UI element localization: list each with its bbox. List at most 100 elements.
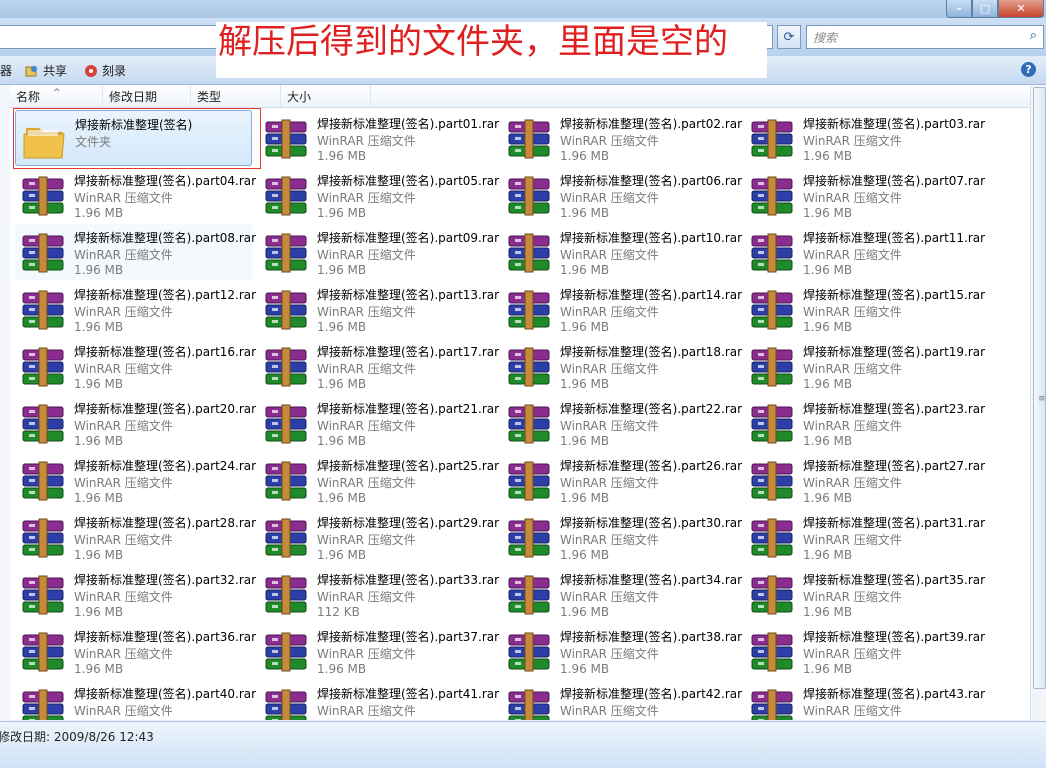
item-name: 焊接新标准整理(签名).part01.rar (317, 117, 500, 131)
file-item[interactable]: 焊接新标准整理(签名).part38.rar WinRAR 压缩文件 1.96 MB (501, 623, 742, 679)
item-type: WinRAR 压缩文件 (803, 419, 902, 433)
item-size: 1.96 MB (803, 320, 853, 334)
file-item[interactable]: 焊接新标准整理(签名).part06.rar WinRAR 压缩文件 1.96 MB (501, 167, 742, 223)
file-item[interactable]: 焊接新标准整理(签名).part17.rar WinRAR 压缩文件 1.96 MB (258, 338, 499, 394)
winrar-icon (22, 518, 64, 558)
file-item[interactable]: 焊接新标准整理(签名).part07.rar WinRAR 压缩文件 1.96 MB (744, 167, 985, 223)
folder-item[interactable]: 焊接新标准整理(签名) 文件夹 (15, 110, 252, 166)
vertical-scrollbar[interactable]: ≡ (1030, 85, 1046, 721)
title-bar: – □ ✕ (0, 0, 1046, 18)
item-name: 焊接新标准整理(签名).part39.rar (803, 630, 986, 644)
close-button[interactable]: ✕ (998, 0, 1044, 18)
file-item[interactable]: 焊接新标准整理(签名).part14.rar WinRAR 压缩文件 1.96 MB (501, 281, 742, 337)
help-icon[interactable]: ? (1021, 62, 1036, 77)
file-item[interactable]: 焊接新标准整理(签名).part30.rar WinRAR 压缩文件 1.96 MB (501, 509, 742, 565)
item-name: 焊接新标准整理(签名) (75, 118, 193, 132)
file-item[interactable]: 焊接新标准整理(签名).part26.rar WinRAR 压缩文件 1.96 MB (501, 452, 742, 508)
item-type: WinRAR 压缩文件 (803, 305, 902, 319)
item-name: 焊接新标准整理(签名).part29.rar (317, 516, 500, 530)
file-item[interactable]: 焊接新标准整理(签名).part21.rar WinRAR 压缩文件 1.96 MB (258, 395, 499, 451)
burn-button[interactable]: 刻录 (84, 62, 126, 79)
file-item[interactable]: 焊接新标准整理(签名).part32.rar WinRAR 压缩文件 1.96 MB (15, 566, 256, 622)
file-item[interactable]: 焊接新标准整理(签名).part35.rar WinRAR 压缩文件 1.96 MB (744, 566, 985, 622)
details-pane: 修改日期: 2009/8/26 12:43 (0, 721, 1046, 768)
share-button[interactable]: 共享 (25, 62, 67, 79)
refresh-button[interactable]: ⟳ (777, 25, 801, 49)
winrar-icon (751, 290, 793, 330)
file-item[interactable]: 焊接新标准整理(签名).part28.rar WinRAR 压缩文件 1.96 MB (15, 509, 256, 565)
item-size: 1.96 MB (560, 320, 610, 334)
item-name: 焊接新标准整理(签名).part41.rar (317, 687, 500, 701)
column-name[interactable]: ^ 名称 (10, 85, 103, 107)
file-item[interactable]: 焊接新标准整理(签名).part22.rar WinRAR 压缩文件 1.96 MB (501, 395, 742, 451)
file-item[interactable]: 焊接新标准整理(签名).part11.rar WinRAR 压缩文件 1.96 MB (744, 224, 985, 280)
item-name: 焊接新标准整理(签名).part17.rar (317, 345, 500, 359)
item-size: 1.96 MB (74, 605, 124, 619)
file-item[interactable]: 焊接新标准整理(签名).part01.rar WinRAR 压缩文件 1.96 MB (258, 110, 499, 166)
search-icon[interactable]: ⌕ (1030, 28, 1037, 43)
item-type: WinRAR 压缩文件 (803, 248, 902, 262)
column-modified-date[interactable]: 修改日期 (103, 85, 191, 107)
item-type: WinRAR 压缩文件 (803, 476, 902, 490)
item-size: 1.96 MB (317, 206, 367, 220)
winrar-icon (265, 689, 307, 720)
winrar-icon (22, 632, 64, 672)
file-item[interactable]: 焊接新标准整理(签名).part19.rar WinRAR 压缩文件 1.96 MB (744, 338, 985, 394)
file-item[interactable]: 焊接新标准整理(签名).part10.rar WinRAR 压缩文件 1.96 MB (501, 224, 742, 280)
file-item[interactable]: 焊接新标准整理(签名).part23.rar WinRAR 压缩文件 1.96 MB (744, 395, 985, 451)
maximize-button[interactable]: □ (972, 0, 998, 18)
file-item[interactable]: 焊接新标准整理(签名).part02.rar WinRAR 压缩文件 1.96 MB (501, 110, 742, 166)
file-item[interactable]: 焊接新标准整理(签名).part15.rar WinRAR 压缩文件 1.96 MB (744, 281, 985, 337)
file-item[interactable]: 焊接新标准整理(签名).part39.rar WinRAR 压缩文件 1.96 MB (744, 623, 985, 679)
winrar-icon (508, 632, 550, 672)
item-name: 焊接新标准整理(签名).part35.rar (803, 573, 986, 587)
file-item[interactable]: 焊接新标准整理(签名).part41.rar WinRAR 压缩文件 (258, 680, 499, 720)
file-item[interactable]: 焊接新标准整理(签名).part33.rar WinRAR 压缩文件 112 KB (258, 566, 499, 622)
file-item[interactable]: 焊接新标准整理(签名).part40.rar WinRAR 压缩文件 (15, 680, 256, 720)
item-size: 112 KB (317, 605, 360, 619)
item-type: WinRAR 压缩文件 (803, 704, 902, 718)
item-size: 1.96 MB (74, 206, 124, 220)
item-size: 1.96 MB (803, 662, 853, 676)
item-type: WinRAR 压缩文件 (74, 305, 173, 319)
minimize-button[interactable]: – (946, 0, 972, 18)
item-size: 1.96 MB (74, 491, 124, 505)
file-item[interactable]: 焊接新标准整理(签名).part37.rar WinRAR 压缩文件 1.96 MB (258, 623, 499, 679)
column-type[interactable]: 类型 (191, 85, 281, 107)
file-item[interactable]: 焊接新标准整理(签名).part27.rar WinRAR 压缩文件 1.96 MB (744, 452, 985, 508)
file-item[interactable]: 焊接新标准整理(签名).part04.rar WinRAR 压缩文件 1.96 MB (15, 167, 256, 223)
file-item[interactable]: 焊接新标准整理(签名).part36.rar WinRAR 压缩文件 1.96 MB (15, 623, 256, 679)
file-item[interactable]: 焊接新标准整理(签名).part05.rar WinRAR 压缩文件 1.96 MB (258, 167, 499, 223)
item-size: 1.96 MB (317, 548, 367, 562)
item-size: 1.96 MB (803, 377, 853, 391)
item-name: 焊接新标准整理(签名).part43.rar (803, 687, 986, 701)
file-item[interactable]: 焊接新标准整理(签名).part09.rar WinRAR 压缩文件 1.96 MB (258, 224, 499, 280)
file-item[interactable]: 焊接新标准整理(签名).part20.rar WinRAR 压缩文件 1.96 MB (15, 395, 256, 451)
file-item[interactable]: 焊接新标准整理(签名).part03.rar WinRAR 压缩文件 1.96 MB (744, 110, 985, 166)
file-item[interactable]: 焊接新标准整理(签名).part34.rar WinRAR 压缩文件 1.96 MB (501, 566, 742, 622)
file-item[interactable]: 焊接新标准整理(签名).part16.rar WinRAR 压缩文件 1.96 MB (15, 338, 256, 394)
scrollbar-thumb[interactable]: ≡ (1033, 87, 1046, 689)
file-item[interactable]: 焊接新标准整理(签名).part24.rar WinRAR 压缩文件 1.96 MB (15, 452, 256, 508)
file-item[interactable]: 焊接新标准整理(签名).part13.rar WinRAR 压缩文件 1.96 MB (258, 281, 499, 337)
file-item[interactable]: 焊接新标准整理(签名).part18.rar WinRAR 压缩文件 1.96 MB (501, 338, 742, 394)
item-type: WinRAR 压缩文件 (74, 248, 173, 262)
file-item[interactable]: 焊接新标准整理(签名).part12.rar WinRAR 压缩文件 1.96 MB (15, 281, 256, 337)
item-size: 1.96 MB (560, 662, 610, 676)
file-item[interactable]: 焊接新标准整理(签名).part29.rar WinRAR 压缩文件 1.96 MB (258, 509, 499, 565)
item-name: 焊接新标准整理(签名).part03.rar (803, 117, 986, 131)
file-item[interactable]: 焊接新标准整理(签名).part43.rar WinRAR 压缩文件 (744, 680, 985, 720)
search-input[interactable]: 搜索 ⌕ (806, 25, 1044, 49)
refresh-icon: ⟳ (783, 29, 795, 45)
winrar-icon (751, 689, 793, 720)
file-item[interactable]: 焊接新标准整理(签名).part25.rar WinRAR 压缩文件 1.96 MB (258, 452, 499, 508)
file-item[interactable]: 焊接新标准整理(签名).part42.rar WinRAR 压缩文件 (501, 680, 742, 720)
item-type: WinRAR 压缩文件 (317, 647, 416, 661)
item-type: WinRAR 压缩文件 (317, 590, 416, 604)
organize-button[interactable]: 器 (0, 62, 12, 79)
file-item[interactable]: 焊接新标准整理(签名).part08.rar WinRAR 压缩文件 1.96 MB (15, 224, 256, 280)
item-size: 1.96 MB (74, 662, 124, 676)
column-size[interactable]: 大小 (281, 85, 371, 107)
item-type: WinRAR 压缩文件 (560, 134, 659, 148)
file-item[interactable]: 焊接新标准整理(签名).part31.rar WinRAR 压缩文件 1.96 MB (744, 509, 985, 565)
